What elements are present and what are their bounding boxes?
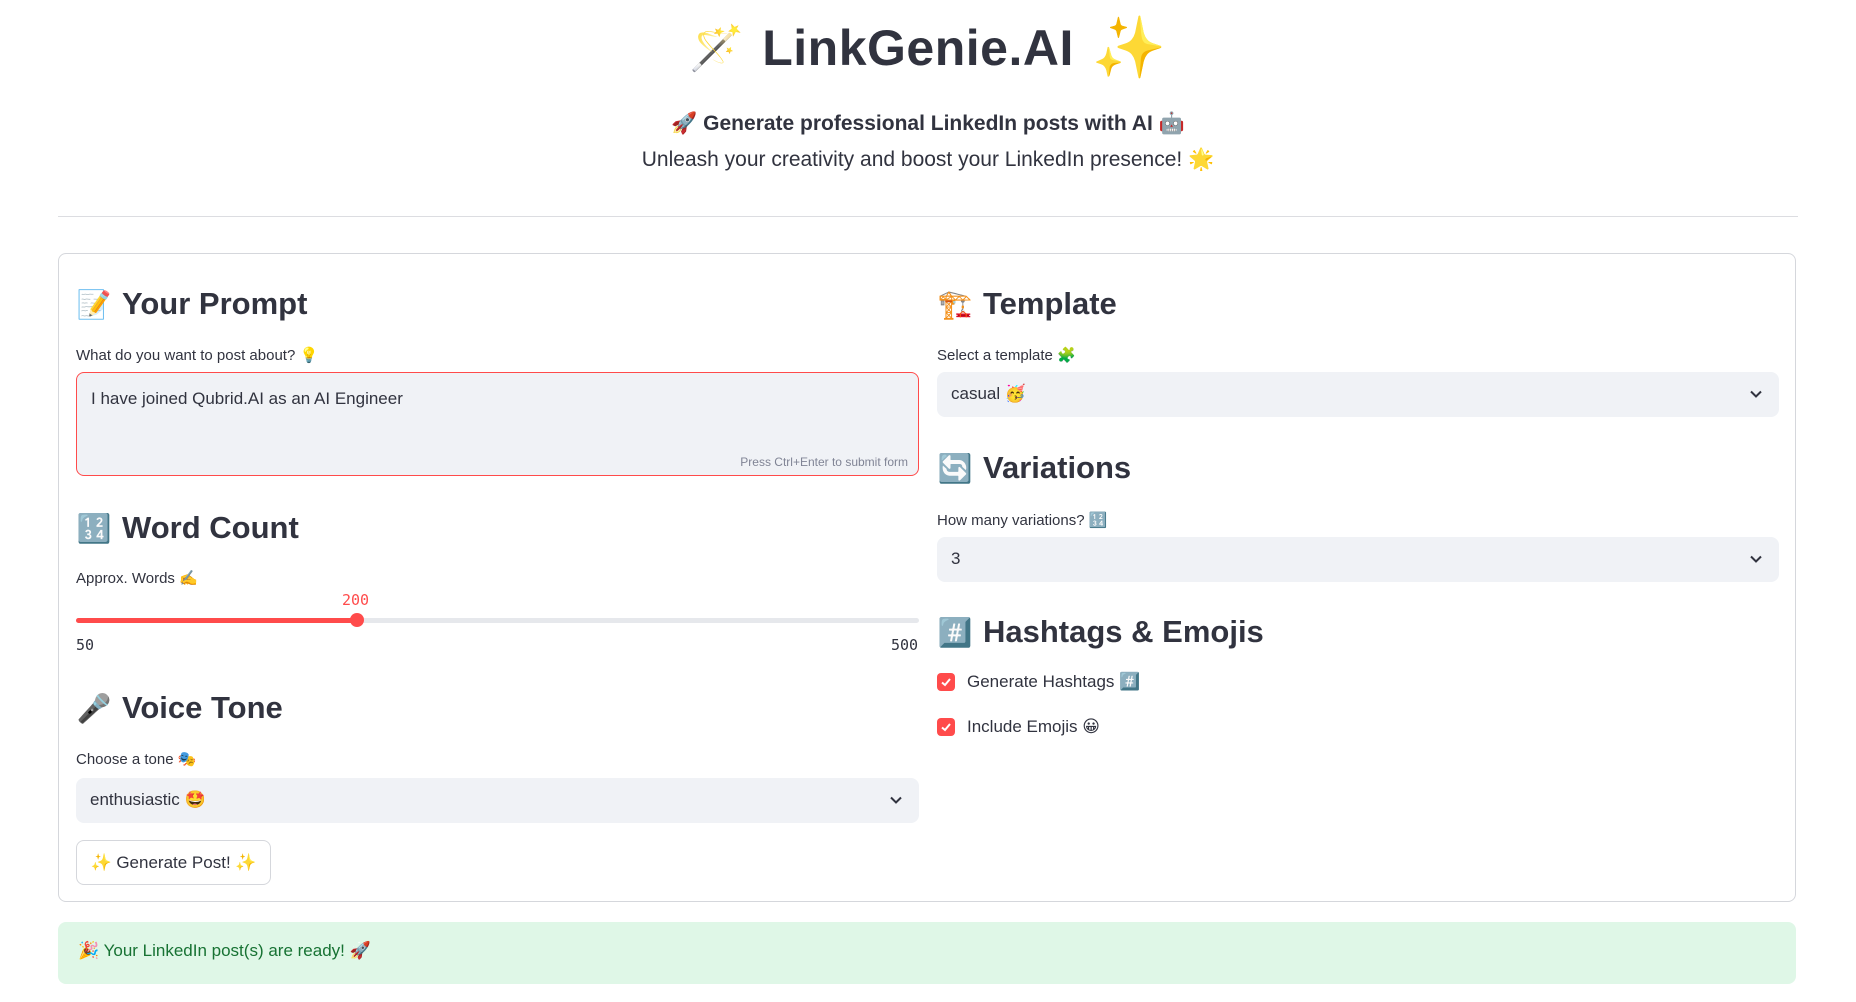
word-count-label: Approx. Words ✍️: [76, 570, 198, 587]
generate-hashtags-label: Generate Hashtags #️⃣: [967, 672, 1141, 691]
app-subtitle: 🚀 Generate professional LinkedIn posts w…: [671, 112, 1185, 135]
chevron-down-icon: [1750, 390, 1762, 398]
generate-post-button[interactable]: ✨ Generate Post! ✨: [76, 840, 271, 885]
voice-tone-label: Choose a tone 🎭: [76, 751, 197, 768]
slider-fill: [76, 618, 357, 623]
voice-tone-value: enthusiastic 🤩: [90, 790, 206, 809]
chevron-down-icon: [890, 796, 902, 804]
template-section-title: 🏗️ Template: [937, 286, 1117, 321]
numbers-icon: 🔢: [76, 512, 112, 544]
include-emojis-checkbox[interactable]: Include Emojis 😀: [937, 717, 1100, 737]
template-label: Select a template 🧩: [937, 347, 1076, 364]
word-count-section-title: 🔢 Word Count: [76, 510, 299, 545]
chevron-down-icon: [1750, 555, 1762, 563]
success-message: 🎉 Your LinkedIn post(s) are ready! 🚀: [78, 941, 371, 960]
variations-select[interactable]: 3: [937, 537, 1779, 582]
word-count-slider[interactable]: [76, 613, 919, 627]
hashtags-section-title: #️⃣ Hashtags & Emojis: [937, 614, 1264, 649]
app-page: 🪄 LinkGenie.AI ✨ 🚀 Generate professional…: [0, 0, 1856, 1002]
sparkles-icon: ✨: [1091, 14, 1167, 81]
include-emojis-label: Include Emojis 😀: [967, 717, 1100, 736]
microphone-icon: 🎤: [76, 692, 112, 724]
refresh-icon: 🔄: [937, 452, 973, 484]
submit-hint: Press Ctrl+Enter to submit form: [740, 455, 908, 469]
prompt-section-title: 📝 Your Prompt: [76, 286, 308, 321]
memo-icon: 📝: [76, 288, 112, 320]
variations-section-title: 🔄 Variations: [937, 450, 1132, 485]
variations-label: How many variations? 🔢: [937, 512, 1108, 529]
app-title: LinkGenie.AI: [762, 19, 1074, 76]
voice-tone-section-title: 🎤 Voice Tone: [76, 690, 283, 725]
variations-value: 3: [951, 549, 961, 568]
prompt-textarea[interactable]: I have joined Qubrid.AI as an AI Enginee…: [76, 372, 919, 476]
template-select[interactable]: casual 🥳: [937, 372, 1779, 417]
prompt-label: What do you want to post about? 💡: [76, 347, 319, 364]
checkbox-checked-icon[interactable]: [937, 718, 955, 736]
slider-thumb[interactable]: [350, 613, 364, 627]
app-header: 🪄 LinkGenie.AI ✨: [0, 12, 1856, 83]
header-divider: [58, 216, 1798, 217]
template-value: casual 🥳: [951, 384, 1027, 403]
construction-icon: 🏗️: [937, 288, 973, 320]
slider-min: 50: [76, 636, 95, 654]
checkbox-checked-icon[interactable]: [937, 673, 955, 691]
voice-tone-select[interactable]: enthusiastic 🤩: [76, 778, 919, 823]
generate-hashtags-checkbox[interactable]: Generate Hashtags #️⃣: [937, 672, 1140, 692]
magic-wand-icon: 🪄: [689, 23, 745, 73]
success-alert: 🎉 Your LinkedIn post(s) are ready! 🚀: [58, 922, 1796, 984]
hashtag-icon: #️⃣: [937, 616, 973, 648]
app-tagline: Unleash your creativity and boost your L…: [641, 148, 1215, 171]
slider-value: 200: [342, 591, 370, 609]
slider-max: 500: [891, 636, 919, 654]
prompt-value: I have joined Qubrid.AI as an AI Enginee…: [91, 389, 403, 408]
